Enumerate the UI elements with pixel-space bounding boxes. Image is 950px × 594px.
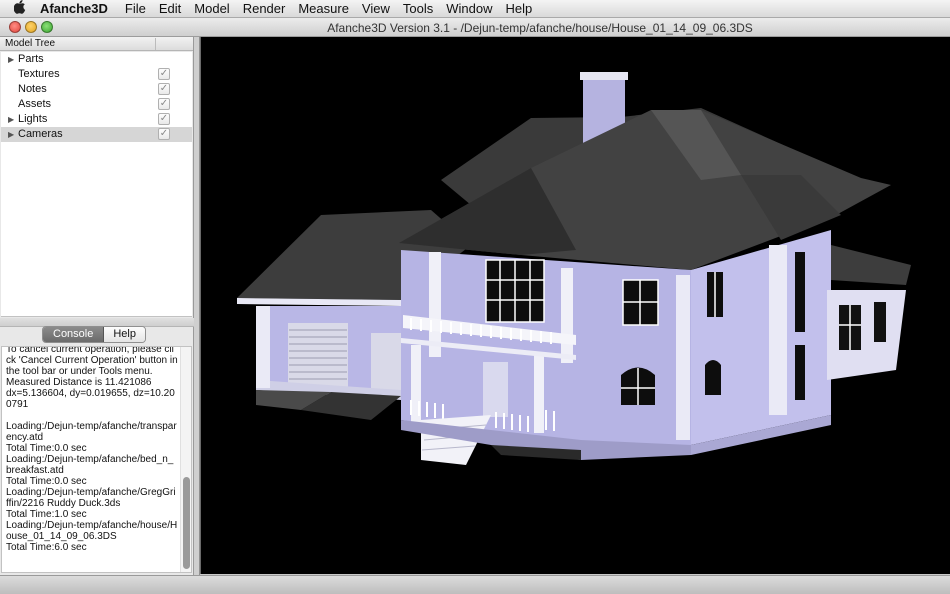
house-model [237, 72, 911, 465]
menu-view[interactable]: View [362, 1, 401, 16]
status-bar [0, 575, 950, 594]
model-tree: ▶ Parts Textures ✓ Notes ✓ Assets ✓ ▶ Li… [1, 52, 192, 317]
window-title-bar[interactable]: Afanche3D Version 3.1 - /Dejun-temp/afan… [0, 18, 950, 37]
window-title: Afanche3D Version 3.1 - /Dejun-temp/afan… [327, 21, 753, 35]
menu-tools[interactable]: Tools [403, 1, 444, 16]
menu-measure[interactable]: Measure [298, 1, 360, 16]
model-tree-header: Model Tree [0, 37, 193, 51]
tree-item-label: Lights [18, 113, 48, 125]
tree-item-cameras[interactable]: ▶ Cameras ✓ [1, 127, 192, 142]
tree-item-notes[interactable]: Notes ✓ [1, 82, 192, 97]
tree-item-label: Cameras [18, 128, 63, 140]
menu-file[interactable]: File [125, 1, 157, 16]
tree-item-textures[interactable]: Textures ✓ [1, 67, 192, 82]
checkmark-icon[interactable]: ✓ [158, 113, 170, 125]
console-text: To cancel current operation, please clic… [6, 346, 178, 553]
menu-help[interactable]: Help [505, 1, 543, 16]
disclosure-triangle-icon[interactable]: ▶ [8, 112, 14, 127]
disclosure-triangle-icon[interactable]: ▶ [8, 127, 14, 142]
tree-item-label: Textures [18, 68, 60, 80]
console-scroll-thumb[interactable] [183, 477, 190, 569]
tree-item-label: Notes [18, 83, 47, 95]
menu-render[interactable]: Render [243, 1, 297, 16]
3d-viewport[interactable] [200, 37, 950, 574]
tree-item-assets[interactable]: Assets ✓ [1, 97, 192, 112]
tree-item-lights[interactable]: ▶ Lights ✓ [1, 112, 192, 127]
menu-model[interactable]: Model [194, 1, 240, 16]
console-tabs: Console Help [42, 326, 146, 343]
checkmark-icon[interactable]: ✓ [158, 98, 170, 110]
menu-app-name[interactable]: Afanche3D [40, 1, 123, 16]
menu-edit[interactable]: Edit [159, 1, 192, 16]
tree-item-label: Parts [18, 53, 44, 65]
menu-bar: Afanche3D File Edit Model Render Measure… [0, 0, 950, 18]
tab-help[interactable]: Help [104, 327, 145, 342]
checkmark-icon[interactable]: ✓ [158, 128, 170, 140]
tab-console[interactable]: Console [43, 327, 105, 342]
checkmark-icon[interactable]: ✓ [158, 83, 170, 95]
console-output[interactable]: To cancel current operation, please clic… [1, 346, 192, 573]
apple-logo-icon[interactable] [0, 0, 40, 17]
checkmark-icon[interactable]: ✓ [158, 68, 170, 80]
tree-item-label: Assets [18, 98, 52, 110]
left-panel: Model Tree ▶ Parts Textures ✓ Notes ✓ As… [0, 37, 194, 575]
disclosure-triangle-icon[interactable]: ▶ [8, 52, 14, 67]
console-scrollbar[interactable] [180, 347, 191, 572]
tree-item-parts[interactable]: ▶ Parts [1, 52, 192, 67]
menu-window[interactable]: Window [446, 1, 503, 16]
